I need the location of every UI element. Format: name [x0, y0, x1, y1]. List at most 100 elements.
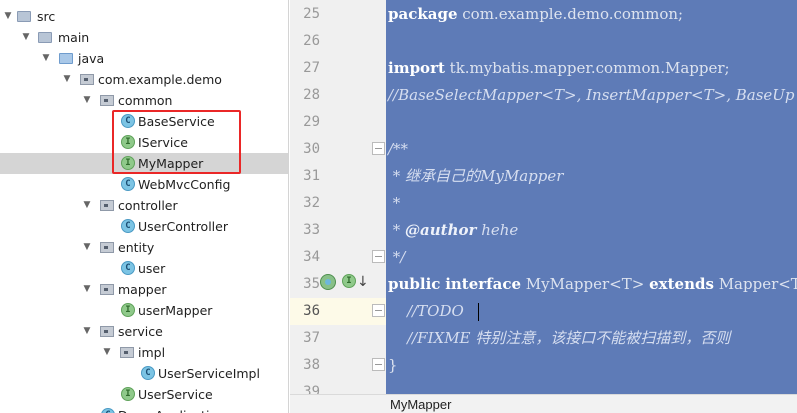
tree-item-label: DemoApplication	[118, 405, 225, 413]
tree-item-label: src	[37, 9, 56, 24]
code-line-28: //BaseSelectMapper<T>, InsertMapper<T>, …	[388, 86, 795, 104]
code-line-27: import tk.mybatis.mapper.common.Mapper;	[388, 55, 730, 82]
implemented-icon[interactable]	[320, 274, 336, 290]
overridden-arrow-icon[interactable]: ↓	[357, 273, 369, 291]
package-icon	[100, 326, 114, 337]
class-icon: C	[121, 219, 135, 233]
line-number-current: 36	[303, 303, 320, 319]
code-line-30: /**	[388, 140, 409, 158]
tree-item-label: IService	[138, 135, 188, 150]
tree-item-label: impl	[138, 345, 166, 360]
collapse-arrow-icon[interactable]: ▼	[81, 237, 93, 258]
comment-text: *	[388, 221, 406, 239]
line-number: 34	[303, 249, 320, 265]
tree-item-label: service	[118, 324, 163, 339]
collapse-arrow-icon[interactable]: ▼	[20, 27, 32, 48]
tree-item-label: mapper	[118, 282, 167, 297]
tree-item-label: com.example.demo	[98, 72, 222, 87]
package-icon	[100, 95, 114, 106]
tree-item-main[interactable]: ▼ main	[0, 27, 288, 48]
collapse-arrow-icon[interactable]: ▼	[81, 195, 93, 216]
folder-icon	[38, 32, 52, 43]
code-line-38: }	[388, 356, 398, 374]
interface-icon: I	[121, 135, 135, 149]
tree-item-service[interactable]: ▼ service	[0, 321, 288, 342]
breadcrumb[interactable]: MyMapper	[390, 395, 451, 413]
fold-marker-icon[interactable]	[372, 142, 385, 155]
tree-item-usermapper[interactable]: I userMapper	[0, 300, 288, 321]
collapse-arrow-icon[interactable]: ▼	[61, 69, 73, 90]
package-icon	[120, 347, 134, 358]
line-number: 25	[303, 6, 320, 22]
tree-item-label: controller	[118, 198, 178, 213]
collapse-arrow-icon[interactable]: ▼	[81, 321, 93, 342]
collapse-arrow-icon[interactable]: ▼	[40, 48, 52, 69]
interface-icon: I	[121, 303, 135, 317]
keyword: import	[388, 59, 445, 77]
interface-icon: I	[121, 156, 135, 170]
project-tree: ▼ src ▼ main ▼ java ▼ com.example.demo ▼…	[0, 0, 289, 413]
folder-icon	[17, 11, 31, 22]
tree-item-label: java	[78, 51, 105, 66]
tree-item-mapper[interactable]: ▼ mapper	[0, 279, 288, 300]
line-number: 26	[303, 33, 320, 49]
collapse-arrow-icon[interactable]: ▼	[101, 342, 113, 363]
package-icon	[80, 74, 94, 85]
keyword: public	[388, 275, 441, 293]
fold-marker-icon[interactable]	[372, 304, 385, 317]
tree-item-entity[interactable]: ▼ entity	[0, 237, 288, 258]
collapse-arrow-icon[interactable]: ▼	[81, 90, 93, 111]
code-text: com.example.demo.common;	[457, 5, 684, 23]
code-editor[interactable]: package com.example.demo.common; import …	[386, 0, 797, 394]
code-text: Mapper<T>	[718, 275, 797, 293]
code-line-36: //TODO	[388, 302, 464, 320]
package-icon	[100, 284, 114, 295]
line-number: 27	[303, 60, 320, 76]
code-line-32: *	[388, 194, 401, 212]
code-text: tk.mybatis.mapper.common.Mapper;	[444, 59, 730, 77]
class-icon: C	[121, 177, 135, 191]
tree-item-demoapplication[interactable]: C DemoApplication	[0, 405, 288, 413]
gutter-icons: I ↓	[320, 273, 370, 293]
tree-item-usercontroller[interactable]: C UserController	[0, 216, 288, 237]
tree-item-webmvcconfig[interactable]: C WebMvcConfig	[0, 174, 288, 195]
tree-item-common[interactable]: ▼ common	[0, 90, 288, 111]
tree-item-label: entity	[118, 240, 155, 255]
line-number: 29	[303, 114, 320, 130]
line-number: 38	[303, 357, 320, 373]
code-line-34: */	[388, 248, 406, 266]
tree-item-base-service[interactable]: C BaseService	[0, 111, 288, 132]
class-icon: C	[121, 261, 135, 275]
package-icon	[100, 242, 114, 253]
tree-item-userserviceimpl[interactable]: C UserServiceImpl	[0, 363, 288, 384]
editor-breadcrumb-bar: MyMapper	[290, 394, 797, 413]
tree-item-label: userMapper	[138, 303, 213, 318]
tree-item-label: WebMvcConfig	[138, 177, 231, 192]
tree-item-iservice[interactable]: I IService	[0, 132, 288, 153]
tree-item-mymapper[interactable]: I MyMapper	[0, 153, 288, 174]
source-folder-icon	[59, 53, 73, 64]
tree-item-java[interactable]: ▼ java	[0, 48, 288, 69]
fold-marker-icon[interactable]	[372, 358, 385, 371]
tree-item-com-example-demo[interactable]: ▼ com.example.demo	[0, 69, 288, 90]
tree-item-label: common	[118, 93, 173, 108]
tree-item-label: UserController	[138, 219, 228, 234]
tree-item-impl[interactable]: ▼ impl	[0, 342, 288, 363]
tree-item-controller[interactable]: ▼ controller	[0, 195, 288, 216]
interface-badge-icon: I	[342, 274, 356, 288]
class-icon: C	[101, 408, 115, 413]
interface-icon: I	[121, 387, 135, 401]
code-line-31: * 继承自己的MyMapper	[388, 167, 564, 185]
line-number: 31	[303, 168, 320, 184]
text-caret	[478, 303, 479, 321]
line-number: 35	[303, 276, 320, 292]
collapse-arrow-icon[interactable]: ▼	[81, 279, 93, 300]
tree-item-src[interactable]: ▼ src	[0, 6, 288, 27]
collapse-arrow-icon[interactable]: ▼	[2, 6, 14, 27]
tree-item-user[interactable]: C user	[0, 258, 288, 279]
tree-item-userservice[interactable]: I UserService	[0, 384, 288, 405]
code-line-35: public interface MyMapper<T> extends Map…	[388, 271, 797, 298]
class-icon: C	[141, 366, 155, 380]
fold-marker-icon[interactable]	[372, 250, 385, 263]
javadoc-tag: @author	[405, 221, 477, 239]
